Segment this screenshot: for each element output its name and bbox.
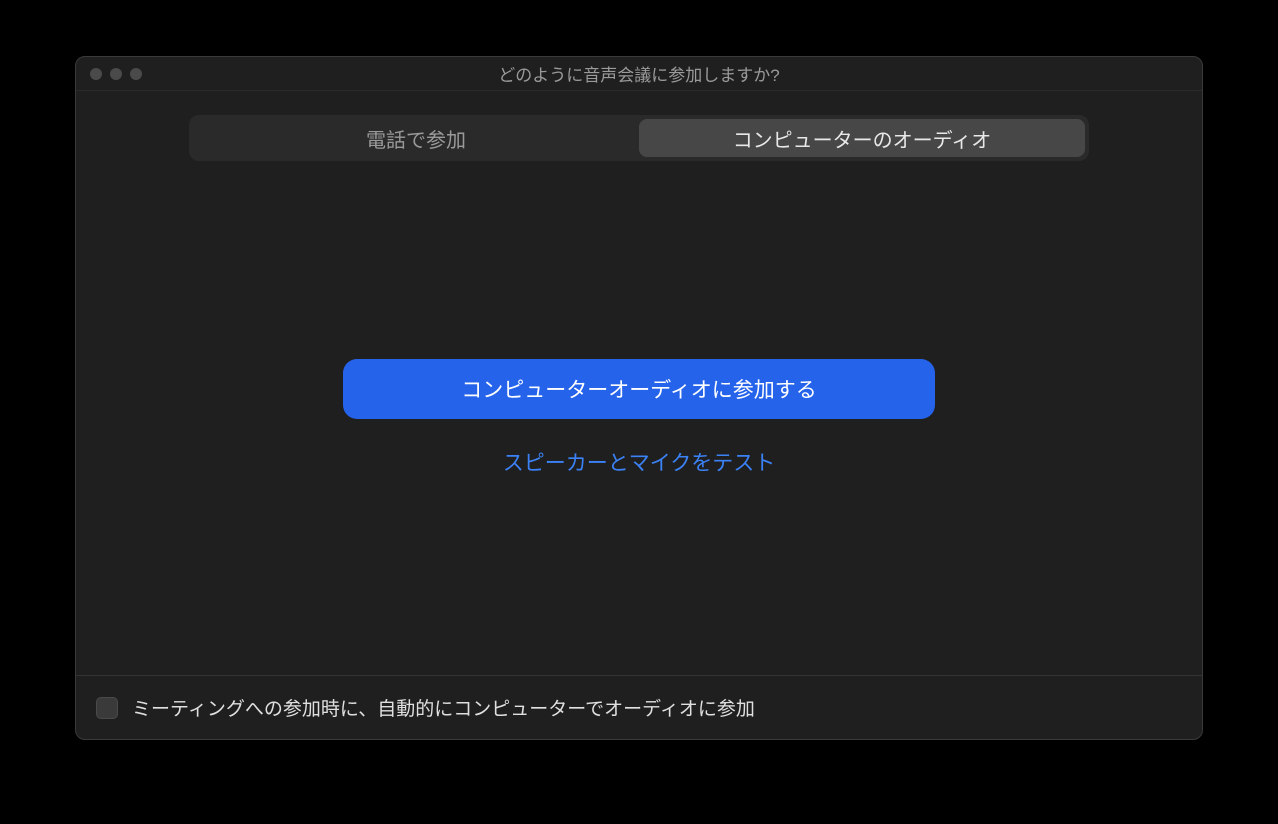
minimize-window-button[interactable]	[110, 68, 122, 80]
test-speaker-mic-link[interactable]: スピーカーとマイクをテスト	[503, 447, 776, 477]
maximize-window-button[interactable]	[130, 68, 142, 80]
traffic-lights	[90, 68, 142, 80]
close-window-button[interactable]	[90, 68, 102, 80]
tab-computer-audio[interactable]: コンピューターのオーディオ	[639, 119, 1085, 157]
audio-method-tabs: 電話で参加 コンピューターのオーディオ	[189, 115, 1089, 161]
auto-join-checkbox[interactable]	[96, 697, 118, 719]
tab-phone-label: 電話で参加	[366, 124, 466, 153]
window-title: どのように音声会議に参加しますか?	[76, 61, 1202, 86]
join-button-label: コンピューターオーディオに参加する	[461, 374, 817, 404]
window-footer: ミーティングへの参加時に、自動的にコンピューターでオーディオに参加	[76, 675, 1202, 739]
audio-settings-window: どのように音声会議に参加しますか? 電話で参加 コンピューターのオーディオ コン…	[75, 56, 1203, 740]
join-computer-audio-button[interactable]: コンピューターオーディオに参加する	[343, 359, 935, 419]
test-link-label: スピーカーとマイクをテスト	[503, 452, 776, 475]
main-action-area: コンピューターオーディオに参加する スピーカーとマイクをテスト	[76, 161, 1202, 675]
window-content: 電話で参加 コンピューターのオーディオ コンピューターオーディオに参加する スピ…	[76, 91, 1202, 675]
tab-computer-audio-label: コンピューターのオーディオ	[733, 124, 992, 153]
tab-phone[interactable]: 電話で参加	[193, 119, 639, 157]
auto-join-checkbox-label[interactable]: ミーティングへの参加時に、自動的にコンピューターでオーディオに参加	[132, 694, 755, 721]
window-titlebar: どのように音声会議に参加しますか?	[76, 57, 1202, 91]
